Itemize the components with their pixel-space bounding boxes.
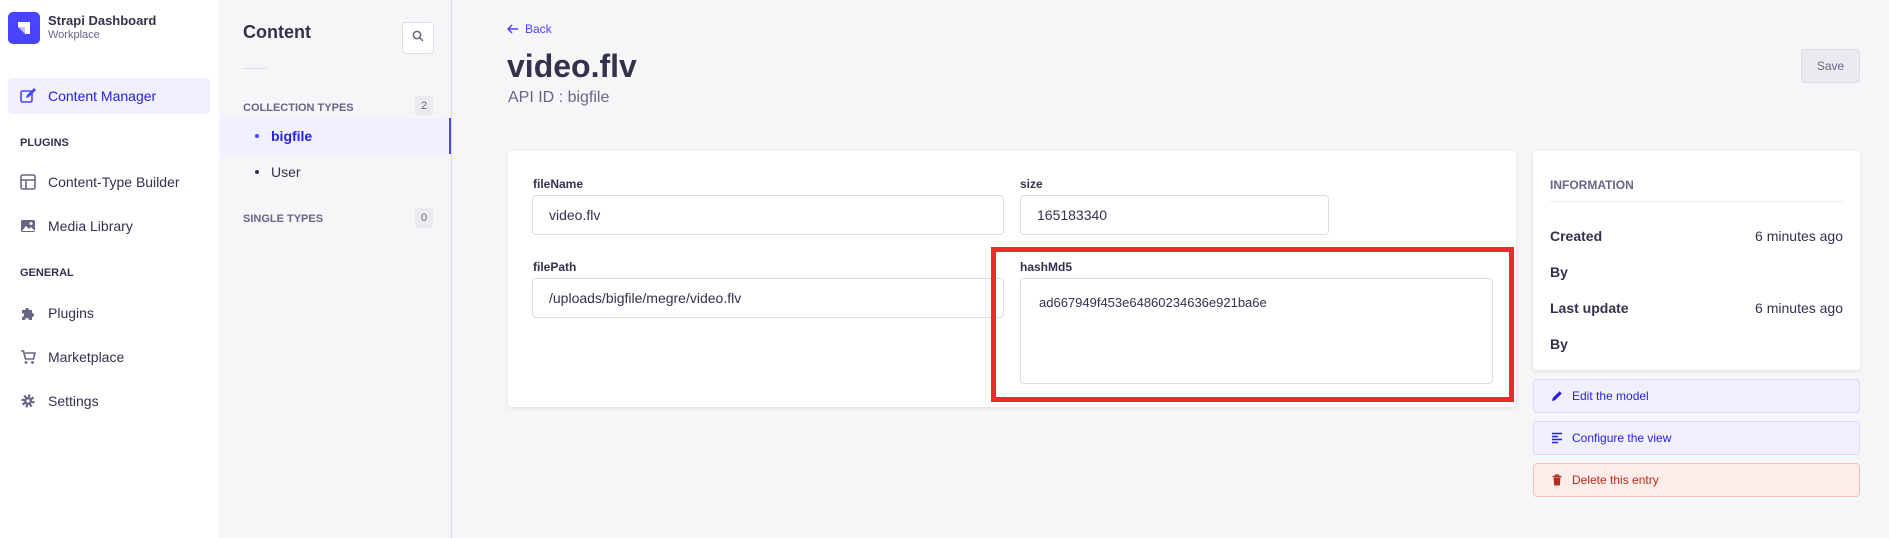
created-label: Created bbox=[1550, 228, 1603, 244]
nav-label: Plugins bbox=[48, 305, 94, 321]
general-heading: GENERAL bbox=[20, 267, 74, 279]
gear-icon bbox=[20, 393, 36, 409]
edit-model-button[interactable]: Edit the model bbox=[1533, 379, 1860, 413]
arrow-left-icon bbox=[507, 24, 519, 34]
size-label: size bbox=[1020, 177, 1043, 191]
single-types-count: 0 bbox=[415, 208, 433, 228]
last-update-value: 6 minutes ago bbox=[1755, 300, 1843, 316]
single-types-heading: SINGLE TYPES bbox=[243, 213, 324, 225]
strapi-logo-icon bbox=[8, 12, 40, 44]
updated-by-label: By bbox=[1550, 336, 1568, 352]
subnav-divider bbox=[243, 68, 267, 69]
action-label: Delete this entry bbox=[1572, 473, 1659, 487]
subnav-search-button[interactable] bbox=[402, 22, 434, 54]
configure-view-button[interactable]: Configure the view bbox=[1533, 421, 1860, 455]
filename-input[interactable]: video.flv bbox=[532, 195, 1004, 235]
subnav-item-bigfile[interactable]: bigfile bbox=[219, 118, 451, 154]
highlight-annotation bbox=[991, 247, 1514, 402]
created-by-label: By bbox=[1550, 264, 1568, 280]
cart-icon bbox=[20, 349, 36, 365]
subnav-title: Content bbox=[243, 22, 311, 42]
back-link[interactable]: Back bbox=[507, 22, 552, 36]
nav-settings[interactable]: Settings bbox=[8, 383, 210, 419]
brand-subtitle: Workplace bbox=[48, 29, 100, 42]
nav-label: Settings bbox=[48, 393, 99, 409]
layout-icon bbox=[20, 174, 36, 190]
brand-title: Strapi Dashboard bbox=[48, 13, 157, 28]
save-button[interactable]: Save bbox=[1801, 49, 1860, 83]
info-divider bbox=[1550, 201, 1843, 202]
search-icon bbox=[412, 29, 424, 47]
action-label: Configure the view bbox=[1572, 431, 1672, 445]
action-label: Edit the model bbox=[1572, 389, 1649, 403]
filepath-label: filePath bbox=[533, 260, 577, 274]
page-title: video.flv bbox=[507, 48, 637, 84]
created-value: 6 minutes ago bbox=[1755, 228, 1843, 244]
nav-label: Media Library bbox=[48, 218, 133, 234]
bullet-icon bbox=[255, 170, 259, 174]
last-update-label: Last update bbox=[1550, 300, 1629, 316]
bullet-icon bbox=[255, 134, 259, 138]
nav-marketplace[interactable]: Marketplace bbox=[8, 339, 210, 375]
information-heading: INFORMATION bbox=[1550, 178, 1634, 192]
content-subnav: Content COLLECTION TYPES 2 bigfile User … bbox=[219, 0, 452, 538]
nav-plugins[interactable]: Plugins bbox=[8, 295, 210, 331]
nav-label: Content-Type Builder bbox=[48, 174, 180, 190]
subnav-item-label: bigfile bbox=[271, 128, 313, 144]
collection-types-heading: COLLECTION TYPES bbox=[243, 102, 354, 114]
subnav-item-label: User bbox=[271, 164, 301, 180]
filepath-input[interactable]: /uploads/bigfile/megre/video.flv bbox=[532, 278, 1004, 318]
back-label: Back bbox=[525, 22, 552, 36]
brand[interactable]: Strapi Dashboard Workplace bbox=[8, 12, 156, 44]
list-settings-icon bbox=[1550, 431, 1564, 445]
nav-content-manager[interactable]: Content Manager bbox=[8, 78, 210, 114]
pencil-icon bbox=[1550, 389, 1564, 403]
image-icon bbox=[20, 218, 36, 234]
nav-media-library[interactable]: Media Library bbox=[8, 208, 210, 244]
information-panel: INFORMATION Created 6 minutes ago By Las… bbox=[1533, 151, 1860, 370]
size-input[interactable]: 165183340 bbox=[1020, 195, 1329, 235]
trash-icon bbox=[1550, 473, 1564, 487]
delete-entry-button[interactable]: Delete this entry bbox=[1533, 463, 1860, 497]
content-manager-icon bbox=[20, 88, 36, 104]
collection-types-count: 2 bbox=[415, 96, 433, 116]
page-subtitle: API ID : bigfile bbox=[508, 89, 610, 106]
nav-label: Marketplace bbox=[48, 349, 125, 365]
puzzle-icon bbox=[20, 305, 36, 321]
subnav-item-user[interactable]: User bbox=[219, 154, 451, 190]
main-sidebar: Strapi Dashboard Workplace Content Manag… bbox=[0, 0, 220, 538]
filename-label: fileName bbox=[533, 177, 584, 191]
nav-content-type-builder[interactable]: Content-Type Builder bbox=[8, 164, 210, 200]
plugins-heading: PLUGINS bbox=[20, 137, 69, 149]
nav-label: Content Manager bbox=[48, 88, 157, 104]
